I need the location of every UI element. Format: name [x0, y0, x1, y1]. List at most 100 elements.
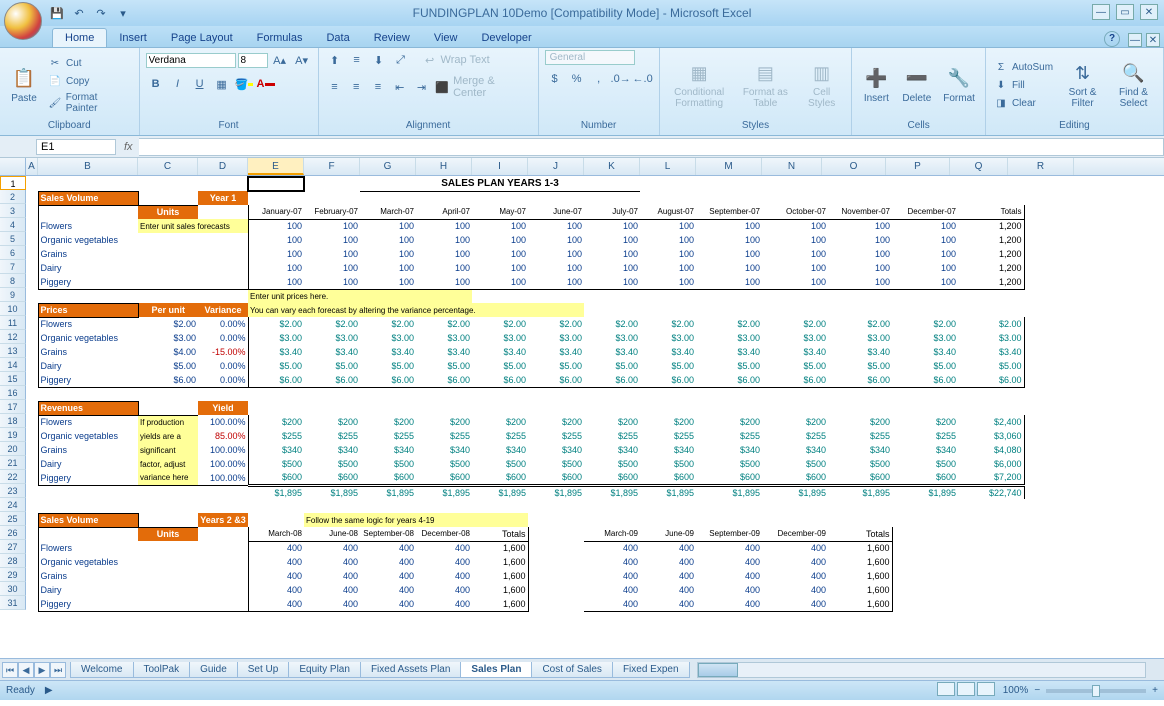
cell[interactable] — [1024, 401, 1090, 415]
cell[interactable]: 100 — [528, 247, 584, 261]
cell[interactable]: September-07 — [696, 205, 762, 219]
cell[interactable] — [696, 401, 762, 415]
cell[interactable]: $4,080 — [958, 443, 1024, 457]
cell[interactable] — [198, 289, 248, 303]
cell[interactable]: $5.00 — [762, 359, 828, 373]
cell[interactable]: 100 — [528, 261, 584, 275]
cell[interactable]: $3.40 — [584, 345, 640, 359]
cell[interactable]: $3.40 — [762, 345, 828, 359]
cell[interactable] — [26, 457, 38, 471]
cell[interactable]: 100 — [584, 219, 640, 233]
cell[interactable]: Organic vegetables — [38, 429, 138, 443]
cell[interactable]: 100 — [640, 275, 696, 289]
shrink-font-icon[interactable]: A▾ — [292, 50, 312, 70]
cell[interactable]: 100 — [528, 275, 584, 289]
cell[interactable]: 0.00% — [198, 373, 248, 387]
cell[interactable] — [138, 583, 198, 597]
cell[interactable]: 400 — [584, 597, 640, 611]
cell[interactable] — [696, 289, 762, 303]
cell[interactable]: If production — [138, 415, 198, 429]
tab-nav-prev-icon[interactable]: ◀ — [18, 662, 34, 678]
format-as-table-button[interactable]: ▤Format as Table — [737, 59, 794, 111]
cell[interactable] — [696, 177, 762, 191]
cell[interactable]: 400 — [304, 597, 360, 611]
cell[interactable]: October-07 — [762, 205, 828, 219]
tab-home[interactable]: Home — [52, 28, 107, 47]
cell[interactable] — [248, 499, 304, 513]
cell[interactable] — [584, 499, 640, 513]
cell[interactable]: $3.00 — [958, 331, 1024, 345]
cell[interactable]: $22,740 — [958, 485, 1024, 499]
cell[interactable]: Enter unit sales forecasts — [138, 219, 248, 233]
minimize-button[interactable]: — — [1092, 4, 1110, 20]
col-header[interactable]: I — [472, 158, 528, 175]
cell[interactable] — [198, 583, 248, 597]
cell[interactable]: 400 — [762, 541, 828, 555]
cell[interactable]: 400 — [248, 583, 304, 597]
cell[interactable] — [1024, 191, 1090, 205]
cell[interactable]: $2.00 — [304, 317, 360, 331]
cell[interactable]: $3.00 — [304, 331, 360, 345]
cell[interactable] — [958, 303, 1024, 317]
cell[interactable]: $255 — [762, 429, 828, 443]
row-header[interactable]: 26 — [0, 526, 26, 540]
cell[interactable] — [958, 513, 1024, 527]
comma-icon[interactable]: , — [589, 69, 609, 89]
cell[interactable]: 100 — [762, 261, 828, 275]
row-header[interactable]: 7 — [0, 260, 26, 274]
cell[interactable]: $255 — [892, 429, 958, 443]
cell[interactable] — [892, 303, 958, 317]
cell[interactable]: SALES PLAN YEARS 1-3 — [360, 177, 640, 191]
cell[interactable] — [958, 289, 1024, 303]
cell[interactable] — [198, 275, 248, 289]
cell[interactable]: $255 — [360, 429, 416, 443]
cell[interactable]: 400 — [696, 541, 762, 555]
row-header[interactable]: 21 — [0, 456, 26, 470]
cell[interactable]: Units — [138, 205, 198, 219]
row-header[interactable]: 16 — [0, 386, 26, 400]
cell[interactable]: $200 — [892, 415, 958, 429]
cell[interactable]: Per unit — [138, 303, 198, 317]
cell[interactable] — [304, 191, 360, 205]
cell[interactable] — [138, 569, 198, 583]
cell[interactable]: $340 — [304, 443, 360, 457]
cell[interactable] — [828, 177, 892, 191]
cell[interactable] — [38, 205, 138, 219]
cell[interactable]: 100 — [304, 233, 360, 247]
cell[interactable]: $200 — [828, 415, 892, 429]
cell[interactable] — [26, 499, 38, 513]
cell[interactable] — [892, 177, 958, 191]
cell[interactable] — [198, 205, 248, 219]
cell[interactable]: January-07 — [248, 205, 304, 219]
cell[interactable] — [38, 499, 138, 513]
cell[interactable] — [892, 387, 958, 401]
cell[interactable] — [892, 527, 958, 541]
cell[interactable]: $2.00 — [762, 317, 828, 331]
row-header[interactable]: 22 — [0, 470, 26, 484]
cell[interactable]: 400 — [416, 555, 472, 569]
sheet-tab[interactable]: Welcome — [70, 662, 134, 678]
cell[interactable]: $3.00 — [828, 331, 892, 345]
page-break-view-icon[interactable] — [977, 682, 995, 696]
cell[interactable] — [640, 303, 696, 317]
cell[interactable] — [138, 401, 198, 415]
cell[interactable] — [958, 401, 1024, 415]
align-left-icon[interactable]: ≡ — [325, 77, 345, 97]
border-button[interactable]: ▦ — [212, 74, 232, 94]
cell[interactable]: $5.00 — [584, 359, 640, 373]
cell[interactable] — [528, 191, 584, 205]
cell[interactable]: June-08 — [304, 527, 360, 541]
col-header[interactable]: M — [696, 158, 762, 175]
cell[interactable]: September-08 — [360, 527, 416, 541]
cell[interactable]: $6.00 — [528, 373, 584, 387]
sheet-tab[interactable]: Set Up — [237, 662, 290, 678]
cell[interactable]: $500 — [416, 457, 472, 471]
cell[interactable]: 400 — [640, 569, 696, 583]
cell[interactable] — [26, 387, 38, 401]
cell[interactable] — [38, 177, 138, 191]
redo-icon[interactable]: ↷ — [92, 4, 110, 22]
cell[interactable]: 100.00% — [198, 443, 248, 457]
cell[interactable]: June-09 — [640, 527, 696, 541]
cell[interactable]: $255 — [248, 429, 304, 443]
cell[interactable]: 100 — [248, 275, 304, 289]
